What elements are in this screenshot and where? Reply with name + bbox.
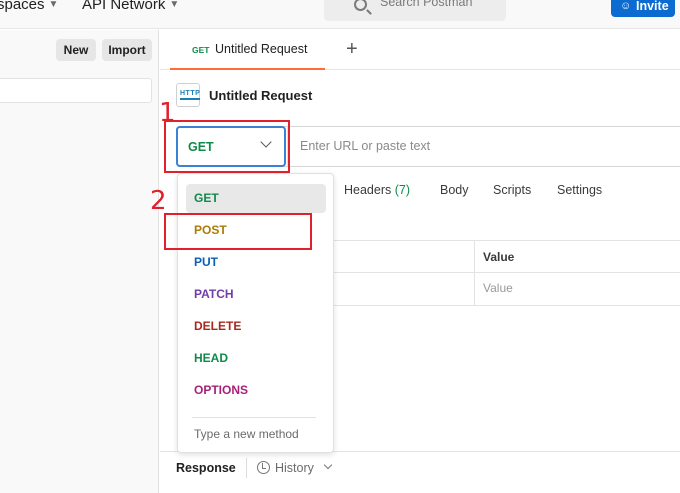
method-option-head[interactable]: HEAD [186, 344, 326, 373]
search-icon [354, 0, 367, 11]
new-tab-plus-icon[interactable]: + [346, 38, 358, 61]
response-bar [160, 451, 680, 493]
annotation-number-2: 2 [150, 186, 167, 216]
request-title[interactable]: Untitled Request [209, 88, 312, 103]
chevron-down-icon: ▼ [48, 0, 59, 10]
new-method-input[interactable]: Type a new method [194, 427, 299, 441]
workspaces-label: spaces [0, 0, 45, 13]
column-header-value: Value [483, 250, 515, 264]
invite-label: Invite [636, 0, 669, 13]
method-option-get[interactable]: GET [186, 184, 326, 213]
search-box[interactable]: Search Postman [324, 0, 506, 21]
response-label[interactable]: Response [176, 461, 236, 475]
tab-settings[interactable]: Settings [557, 183, 602, 197]
add-user-icon: ☺ [620, 0, 632, 12]
table-border [325, 305, 680, 306]
response-divider [246, 458, 247, 478]
http-request-icon: HTTP [176, 83, 201, 107]
tab-scripts[interactable]: Scripts [493, 183, 531, 197]
api-network-label: API Network [82, 0, 166, 13]
dropdown-divider [192, 417, 316, 418]
method-option-options[interactable]: OPTIONS [186, 376, 326, 405]
tab-body[interactable]: Body [440, 183, 469, 197]
http-icon-text: HTTP [180, 90, 201, 100]
invite-button[interactable]: ☺ Invite [611, 0, 675, 17]
workspaces-menu[interactable]: spaces ▼ [0, 0, 58, 13]
new-button[interactable]: New [56, 39, 96, 61]
url-input[interactable]: Enter URL or paste text [300, 139, 430, 153]
annotation-box-2 [164, 213, 312, 250]
headers-label: Headers [344, 183, 392, 197]
method-option-delete[interactable]: DELETE [186, 312, 326, 341]
history-icon[interactable] [257, 461, 270, 474]
sidebar: New Import [0, 30, 159, 493]
method-option-patch[interactable]: PATCH [186, 280, 326, 309]
tab-bar: GET Untitled Request + [160, 30, 680, 70]
tab-title: Untitled Request [215, 42, 308, 56]
sidebar-filter-input[interactable] [0, 78, 152, 103]
tab-untitled-request[interactable]: GET Untitled Request [170, 30, 325, 70]
chevron-down-icon: ▼ [169, 0, 180, 10]
table-border [325, 272, 680, 273]
import-button[interactable]: Import [102, 39, 152, 61]
table-border [325, 240, 680, 241]
search-placeholder: Search Postman [380, 0, 473, 9]
history-button[interactable]: History [275, 461, 314, 475]
api-network-menu[interactable]: API Network ▼ [82, 0, 179, 13]
headers-count: (7) [394, 183, 411, 197]
method-option-put[interactable]: PUT [186, 248, 326, 277]
annotation-box-1 [164, 120, 290, 173]
tab-headers[interactable]: Headers (7) [344, 183, 410, 197]
tab-method: GET [192, 45, 210, 55]
param-value-input[interactable]: Value [483, 281, 513, 295]
table-column-divider [474, 240, 475, 305]
top-bar: spaces ▼ API Network ▼ Search Postman ☺ In… [0, 0, 680, 29]
